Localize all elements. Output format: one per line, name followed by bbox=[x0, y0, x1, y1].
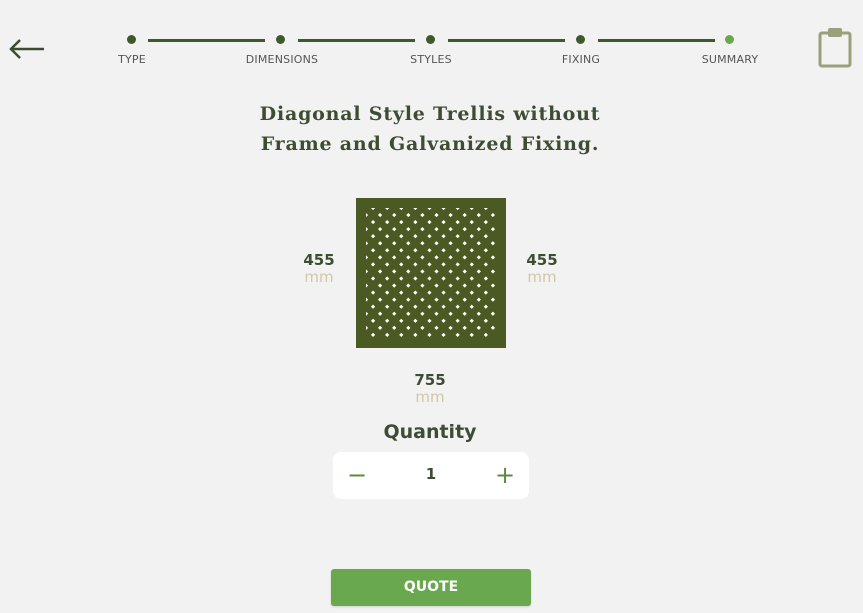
dimension-unit: mm bbox=[304, 268, 334, 286]
step-connector bbox=[148, 39, 265, 42]
quote-button[interactable]: QUOTE bbox=[331, 569, 531, 606]
step-dot-summary[interactable] bbox=[725, 35, 734, 44]
step-label-fixing[interactable]: FIXING bbox=[521, 53, 641, 66]
decrement-button[interactable]: − bbox=[343, 463, 371, 489]
clipboard-button[interactable] bbox=[817, 26, 853, 68]
dimension-value: 755 bbox=[414, 371, 446, 389]
step-label-type[interactable]: TYPE bbox=[72, 53, 192, 66]
dimension-unit: mm bbox=[415, 388, 445, 406]
clipboard-icon bbox=[818, 28, 852, 68]
step-connector bbox=[448, 39, 565, 42]
quantity-label: Quantity bbox=[383, 421, 477, 443]
trellis-preview-image bbox=[356, 198, 506, 348]
title-line-2: Frame and Galvanized Fixing. bbox=[260, 133, 600, 155]
step-dot-type[interactable] bbox=[127, 35, 136, 44]
height-left-dimension: 455 mm bbox=[289, 252, 349, 286]
step-label-styles[interactable]: STYLES bbox=[371, 53, 491, 66]
quantity-value[interactable]: 1 bbox=[411, 465, 451, 483]
step-label-summary[interactable]: SUMMARY bbox=[670, 53, 790, 66]
progress-stepper: TYPE DIMENSIONS STYLES FIXING SUMMARY bbox=[0, 0, 863, 80]
title-line-1: Diagonal Style Trellis without bbox=[259, 103, 601, 125]
dimension-value: 455 bbox=[303, 251, 335, 269]
product-summary-title: Diagonal Style Trellis without Frame and… bbox=[180, 99, 680, 159]
step-dot-fixing[interactable] bbox=[576, 35, 585, 44]
quantity-stepper: − 1 + bbox=[333, 452, 529, 499]
step-label-dimensions[interactable]: DIMENSIONS bbox=[222, 53, 342, 66]
step-dot-styles[interactable] bbox=[426, 35, 435, 44]
dimension-unit: mm bbox=[527, 268, 557, 286]
height-right-dimension: 455 mm bbox=[512, 252, 572, 286]
width-bottom-dimension: 755 mm bbox=[400, 372, 460, 406]
dimension-value: 455 bbox=[526, 251, 558, 269]
step-connector bbox=[298, 39, 415, 42]
step-connector bbox=[598, 39, 715, 42]
step-dot-dimensions[interactable] bbox=[276, 35, 285, 44]
increment-button[interactable]: + bbox=[491, 463, 519, 489]
